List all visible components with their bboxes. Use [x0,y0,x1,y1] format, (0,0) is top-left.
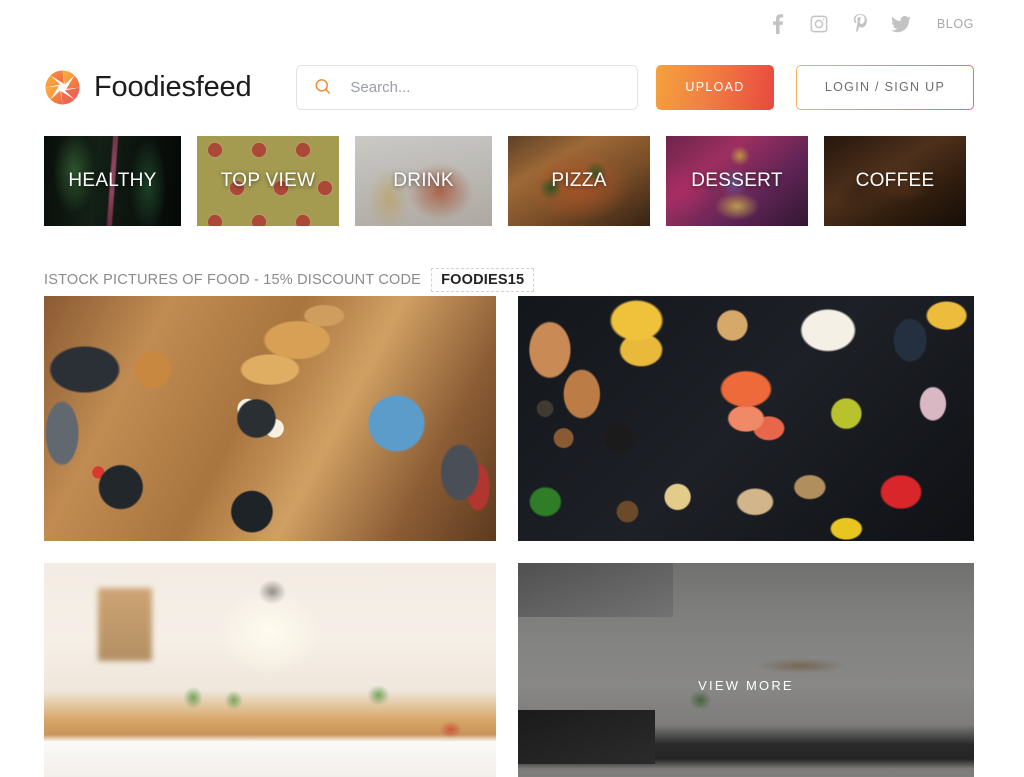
promo-banner: ISTOCK PICTURES OF FOOD - 15% DISCOUNT C… [44,268,535,292]
search-icon [313,77,333,97]
instagram-icon[interactable] [809,13,829,35]
blog-link[interactable]: BLOG [937,17,974,31]
aperture-icon [44,69,81,106]
promo-code[interactable]: FOODIES15 [431,268,535,292]
twitter-icon[interactable] [890,13,911,35]
category-label: DESSERT [691,170,783,191]
brand-name: Foodiesfeed [94,70,252,103]
search-input[interactable] [350,78,621,96]
category-tile-pizza[interactable]: PIZZA [508,136,650,226]
search-box[interactable] [296,64,639,110]
social-links [768,13,911,35]
brand-logo[interactable]: Foodiesfeed [44,69,252,106]
view-more-overlay[interactable]: VIEW MORE [518,563,974,777]
photo-modern-kitchen[interactable]: VIEW MORE [518,563,974,777]
photo-grid: VIEW MORE [44,296,974,777]
category-tile-drink[interactable]: DRINK [355,136,492,226]
photo-food-flatlay[interactable] [518,296,974,541]
promo-text: ISTOCK PICTURES OF FOOD - 15% DISCOUNT C… [44,272,422,288]
photo-image [44,563,496,777]
category-label: DRINK [393,170,454,191]
site-header: Foodiesfeed UPLOAD LOGIN / SIGN UP [0,48,1024,126]
category-label: TOP VIEW [220,170,316,191]
category-tile-dessert[interactable]: DESSERT [666,136,808,226]
pinterest-icon[interactable] [850,13,870,35]
category-label: COFFEE [855,170,935,191]
facebook-icon[interactable] [768,13,788,35]
top-bar: BLOG [0,0,1024,48]
category-label: PIZZA [551,170,607,191]
photo-bright-kitchen[interactable] [44,563,496,777]
view-more-label: VIEW MORE [698,678,794,693]
page-root: BLOG Foodiesfeed Search... UPLOAD LOGIN … [0,0,1024,777]
photo-image [518,296,974,541]
category-tile-coffee[interactable]: COFFEE [824,136,966,226]
category-tile-top-view[interactable]: TOP VIEW [197,136,339,226]
category-label: HEALTHY [68,170,157,191]
category-tile-healthy[interactable]: HEALTHY [44,136,181,226]
photo-brunch-table[interactable] [44,296,496,541]
photo-image [44,296,496,541]
login-signup-button[interactable]: LOGIN / SIGN UP [796,65,974,110]
header-actions: UPLOAD LOGIN / SIGN UP [656,64,974,110]
category-strip: HEALTHY TOP VIEW DRINK PIZZA DESSERT COF… [44,136,974,226]
upload-button[interactable]: UPLOAD [656,64,774,110]
